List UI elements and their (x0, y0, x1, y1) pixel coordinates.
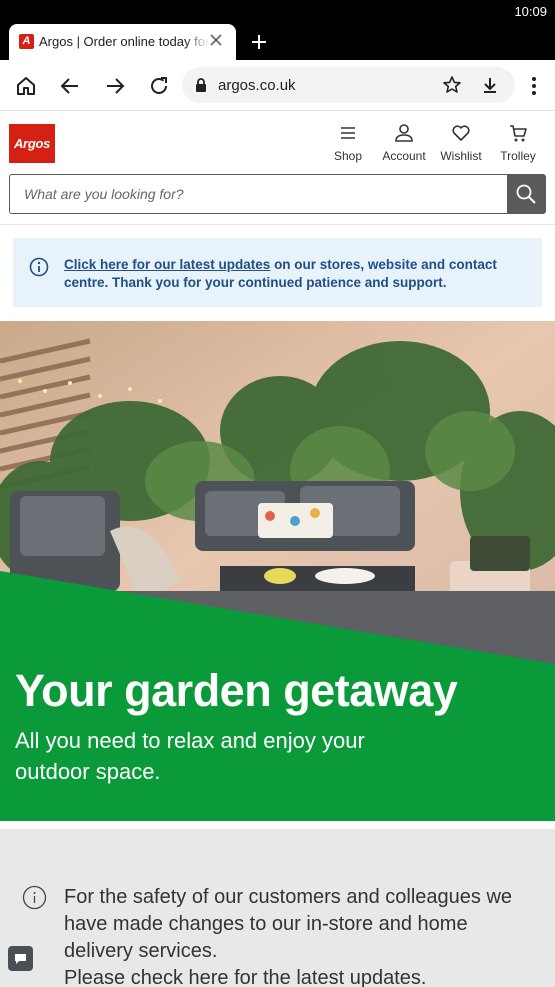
argos-favicon-icon: A (19, 34, 34, 49)
user-icon (395, 124, 413, 142)
nav-wishlist[interactable]: Wishlist (436, 123, 486, 163)
nav-wishlist-label: Wishlist (440, 149, 482, 163)
reload-icon[interactable] (147, 74, 171, 98)
nav-trolley-label: Trolley (500, 149, 536, 163)
trolley-icon (510, 125, 527, 142)
nav-shop[interactable]: Shop (330, 123, 366, 163)
home-icon[interactable] (14, 74, 38, 98)
safety-text-line1: For the safety of our customers and coll… (64, 886, 513, 962)
close-icon[interactable] (208, 32, 224, 48)
browser-tab[interactable]: A Argos | Order online today for fast ho… (9, 24, 236, 60)
status-bar: 10:09 (0, 0, 555, 24)
forward-arrow-icon[interactable] (103, 74, 127, 98)
nav-account-label: Account (382, 149, 426, 163)
chat-bubble-icon (15, 954, 26, 964)
download-icon[interactable] (480, 75, 500, 95)
hero-title: Your garden getaway (15, 665, 458, 716)
url-text: argos.co.uk (218, 77, 296, 94)
notice-text: Click here for our latest updates on our… (64, 256, 524, 292)
tab-title: Argos | Order online today for fast home… (39, 34, 209, 49)
search-input[interactable] (10, 175, 508, 213)
browser-toolbar: argos.co.uk (0, 60, 555, 111)
tab-strip: A Argos | Order online today for fast ho… (0, 24, 555, 60)
info-icon (29, 257, 49, 277)
safety-notice: For the safety of our customers and coll… (0, 829, 555, 987)
safety-text: For the safety of our customers and coll… (64, 884, 534, 987)
address-bar[interactable]: argos.co.uk (182, 67, 515, 103)
info-icon (22, 885, 47, 910)
star-icon[interactable] (442, 75, 462, 95)
back-arrow-icon[interactable] (58, 74, 82, 98)
search-bar (9, 174, 546, 214)
argos-logo[interactable]: Argos (9, 124, 55, 163)
search-icon (516, 184, 536, 204)
heart-icon (452, 125, 470, 141)
nav-shop-label: Shop (333, 149, 363, 163)
hero-banner[interactable]: Your garden getaway All you need to rela… (0, 321, 555, 821)
search-button[interactable] (507, 175, 545, 213)
update-notice: Click here for our latest updates on our… (13, 238, 542, 307)
more-menu-icon[interactable] (522, 74, 546, 98)
nav-account[interactable]: Account (378, 123, 430, 163)
hero-subtitle: All you need to relax and enjoy your out… (15, 728, 365, 784)
latest-updates-link[interactable]: Click here for our latest updates (64, 257, 270, 272)
nav-trolley[interactable]: Trolley (496, 123, 540, 163)
chat-button[interactable] (8, 946, 33, 971)
new-tab-icon[interactable] (250, 33, 268, 51)
site-header: Argos Shop Account Wishlist Trolley (0, 111, 555, 225)
lock-icon (196, 78, 206, 92)
menu-icon (341, 127, 355, 139)
safety-updates-link[interactable]: Please check here for the latest updates… (64, 967, 426, 987)
status-time: 10:09 (514, 4, 547, 19)
